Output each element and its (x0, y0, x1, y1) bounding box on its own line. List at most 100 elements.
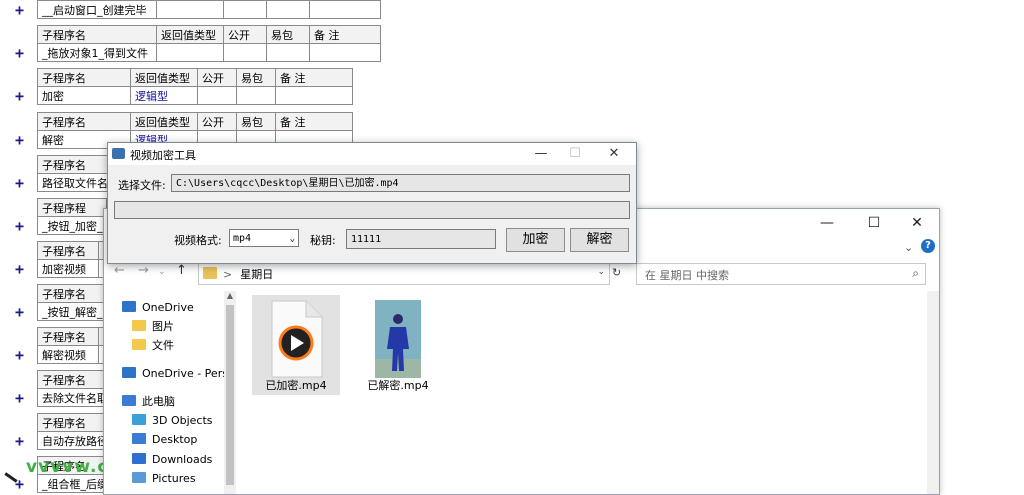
table-cell[interactable] (266, 0, 310, 19)
table-cell[interactable] (156, 43, 224, 62)
table-cell[interactable]: 加密视频 (37, 259, 99, 278)
folder-icon (203, 267, 217, 279)
dialog-close-button[interactable]: ✕ (599, 145, 629, 163)
navigation-scrollbar[interactable]: ▲ (224, 291, 236, 494)
expand-icon[interactable]: + (15, 46, 29, 61)
table-cell[interactable] (309, 43, 381, 62)
table-header-cell: 返回值类型 (130, 112, 198, 131)
table-cell[interactable] (236, 86, 276, 105)
table-header-cell: 易包 (266, 25, 310, 44)
search-icon[interactable]: ⌕ (912, 266, 919, 281)
expand-icon[interactable]: + (15, 133, 29, 148)
video-thumbnail-icon (375, 300, 421, 378)
address-bar[interactable]: > 星期日 ⌄ (198, 263, 610, 285)
address-dropdown-icon[interactable]: ⌄ (597, 267, 605, 277)
dialog-maximize-button[interactable]: ☐ (560, 145, 590, 163)
nav-item-label: OneDrive - Pers (142, 367, 228, 380)
expand-icon[interactable]: + (15, 348, 29, 363)
table-cell[interactable] (223, 43, 267, 62)
explorer-close-button[interactable]: ✕ (902, 213, 932, 233)
file-path-field[interactable]: C:\Users\cqcc\Desktop\星期日\已加密.mp4 (171, 174, 630, 192)
nav-item[interactable]: Pictures (132, 470, 196, 488)
subroutine-table: 子程序名 自动存放路径 (37, 413, 113, 450)
table-cell[interactable]: __启动窗口_创建完毕 (37, 0, 157, 19)
nav-item-label: 3D Objects (152, 414, 213, 427)
nav-item[interactable]: Desktop (132, 431, 197, 449)
table-cell[interactable] (223, 0, 267, 19)
table-cell[interactable]: _按钮_解密_ (37, 302, 113, 321)
table-cell[interactable]: 逻辑型 (130, 86, 198, 105)
search-box[interactable]: 在 星期日 中搜索 ⌕ (636, 263, 926, 285)
location-icon (122, 367, 136, 378)
nav-item[interactable]: OneDrive - Pers (122, 365, 228, 383)
expand-icon[interactable]: + (15, 3, 29, 18)
refresh-icon[interactable]: ↻ (612, 266, 621, 279)
encrypt-button[interactable]: 加密 (506, 228, 565, 252)
location-icon (132, 414, 146, 425)
back-arrow-icon[interactable]: ← (114, 263, 125, 278)
address-current-folder[interactable]: 星期日 (240, 268, 273, 281)
expand-icon[interactable]: + (15, 176, 29, 191)
table-cell[interactable]: _拖放对象1_得到文件 (37, 43, 157, 62)
decrypt-button[interactable]: 解密 (570, 228, 629, 252)
recent-chevron-icon[interactable]: ⌄ (158, 267, 166, 277)
nav-item-label: 文件 (152, 339, 174, 352)
table-cell[interactable] (197, 86, 237, 105)
table-cell[interactable] (266, 43, 310, 62)
table-cell[interactable]: _组合框_后缀 (37, 474, 113, 493)
secret-key-input[interactable]: 11111 (346, 229, 496, 249)
file-list-scrollbar[interactable] (927, 291, 939, 494)
table-header-cell: 子程序名 (37, 241, 99, 260)
table-header-cell: 子程序程 (37, 198, 107, 217)
table-header-cell: 易包 (236, 112, 276, 131)
expand-icon[interactable]: + (15, 219, 29, 234)
expand-icon[interactable]: + (15, 262, 29, 277)
subroutine-table: 子程序名 去除文件名取 (37, 370, 113, 407)
table-header-cell: 返回值类型 (130, 68, 198, 87)
nav-item[interactable]: 3D Objects (132, 412, 213, 430)
dialog-titlebar: 视频加密工具 — ☐ ✕ (108, 143, 636, 165)
ribbon-expand-icon[interactable]: ⌄ (904, 241, 913, 254)
file-name: 已加密.mp4 (265, 379, 327, 392)
navigation-pane: OneDrive 图片文件 OneDrive - Pers 此电脑 3D Objects… (104, 291, 236, 494)
explorer-maximize-button[interactable]: ☐ (859, 213, 889, 233)
help-icon[interactable]: ? (921, 239, 935, 253)
table-header-cell: 备 注 (275, 68, 353, 87)
nav-item[interactable]: Downloads (132, 451, 212, 469)
chevron-down-icon: ⌄ (289, 234, 295, 244)
table-header-cell: 子程序名 (37, 284, 113, 303)
table-cell[interactable]: 自动存放路径 (37, 431, 113, 450)
video-format-select[interactable]: mp4 ⌄ (229, 229, 299, 247)
dialog-title: 视频加密工具 (130, 149, 196, 162)
nav-item[interactable]: 文件 (132, 337, 174, 355)
forward-arrow-icon[interactable]: → (138, 263, 149, 278)
table-cell[interactable]: _按钮_加密_ (37, 216, 107, 235)
nav-item[interactable]: 此电脑 (122, 393, 175, 411)
file-item-encrypted[interactable]: 已加密.mp4 (252, 295, 340, 395)
expand-icon[interactable]: + (15, 89, 29, 104)
subroutine-table: 子程序名 返回值类型 公开 易包备 注加密 逻辑型 (37, 68, 353, 105)
nav-item[interactable]: OneDrive (122, 299, 194, 317)
table-header-cell: 子程序名 (37, 155, 115, 174)
app-icon (112, 148, 125, 159)
table-header-cell: 公开 (223, 25, 267, 44)
folder-icon (132, 339, 146, 350)
nav-item[interactable]: 图片 (132, 318, 174, 336)
table-cell[interactable] (275, 86, 353, 105)
expand-icon[interactable]: + (15, 391, 29, 406)
expand-icon[interactable]: + (15, 434, 29, 449)
expand-icon[interactable]: + (15, 305, 29, 320)
video-format-label: 视频格式: (174, 234, 222, 247)
location-icon (122, 395, 136, 406)
dialog-minimize-button[interactable]: — (526, 145, 556, 163)
table-cell[interactable] (156, 0, 224, 19)
select-file-label: 选择文件: (118, 179, 166, 192)
table-cell[interactable]: 解密视频 (37, 345, 99, 364)
explorer-minimize-button[interactable]: — (812, 213, 842, 233)
table-cell[interactable] (309, 0, 381, 19)
table-cell[interactable]: 去除文件名取 (37, 388, 113, 407)
table-cell[interactable]: 加密 (37, 86, 131, 105)
file-item-decrypted[interactable]: 已解密.mp4 (354, 295, 442, 395)
table-cell[interactable]: 路径取文件名 (37, 173, 115, 192)
up-arrow-icon[interactable]: ↑ (176, 263, 187, 278)
